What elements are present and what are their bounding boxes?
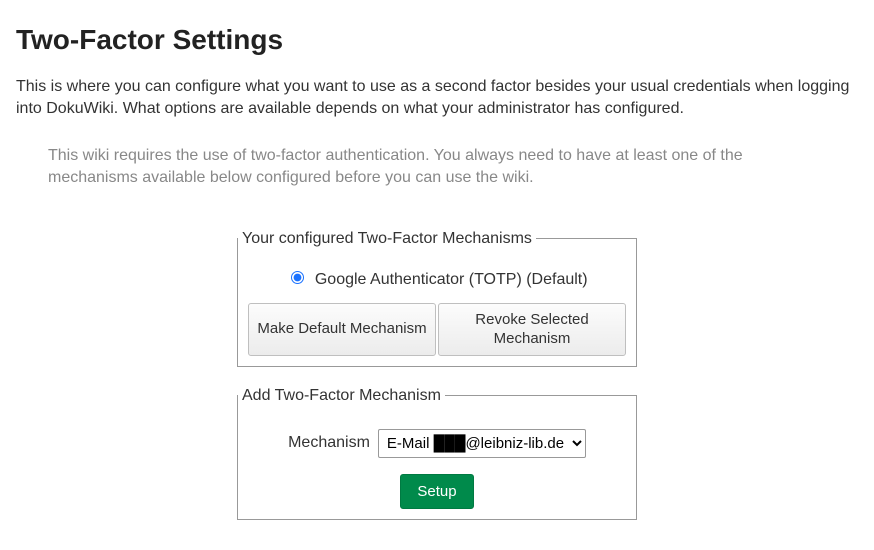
add-legend: Add Two-Factor Mechanism — [238, 387, 445, 405]
configured-legend: Your configured Two-Factor Mechanisms — [238, 230, 536, 248]
page-title: Two-Factor Settings — [16, 24, 858, 56]
revoke-selected-button[interactable]: Revoke Selected Mechanism — [438, 303, 626, 356]
mechanism-row: Google Authenticator (TOTP) (Default) — [238, 268, 636, 289]
requirement-notice: This wiki requires the use of two-factor… — [48, 145, 842, 190]
setup-button[interactable]: Setup — [400, 474, 473, 509]
mechanism-label: Google Authenticator (TOTP) (Default) — [315, 271, 588, 288]
mechanism-select-label: Mechanism — [288, 434, 370, 452]
mechanism-option[interactable]: Google Authenticator (TOTP) (Default) — [286, 271, 587, 288]
mechanism-select[interactable]: E-Mail ███@leibniz-lib.de — [378, 429, 586, 458]
add-mechanism-fieldset: Add Two-Factor Mechanism Mechanism E-Mai… — [237, 387, 637, 520]
mechanism-radio[interactable] — [291, 271, 304, 284]
configured-mechanisms-fieldset: Your configured Two-Factor Mechanisms Go… — [237, 230, 637, 367]
make-default-button[interactable]: Make Default Mechanism — [248, 303, 436, 356]
intro-text: This is where you can configure what you… — [16, 76, 858, 121]
